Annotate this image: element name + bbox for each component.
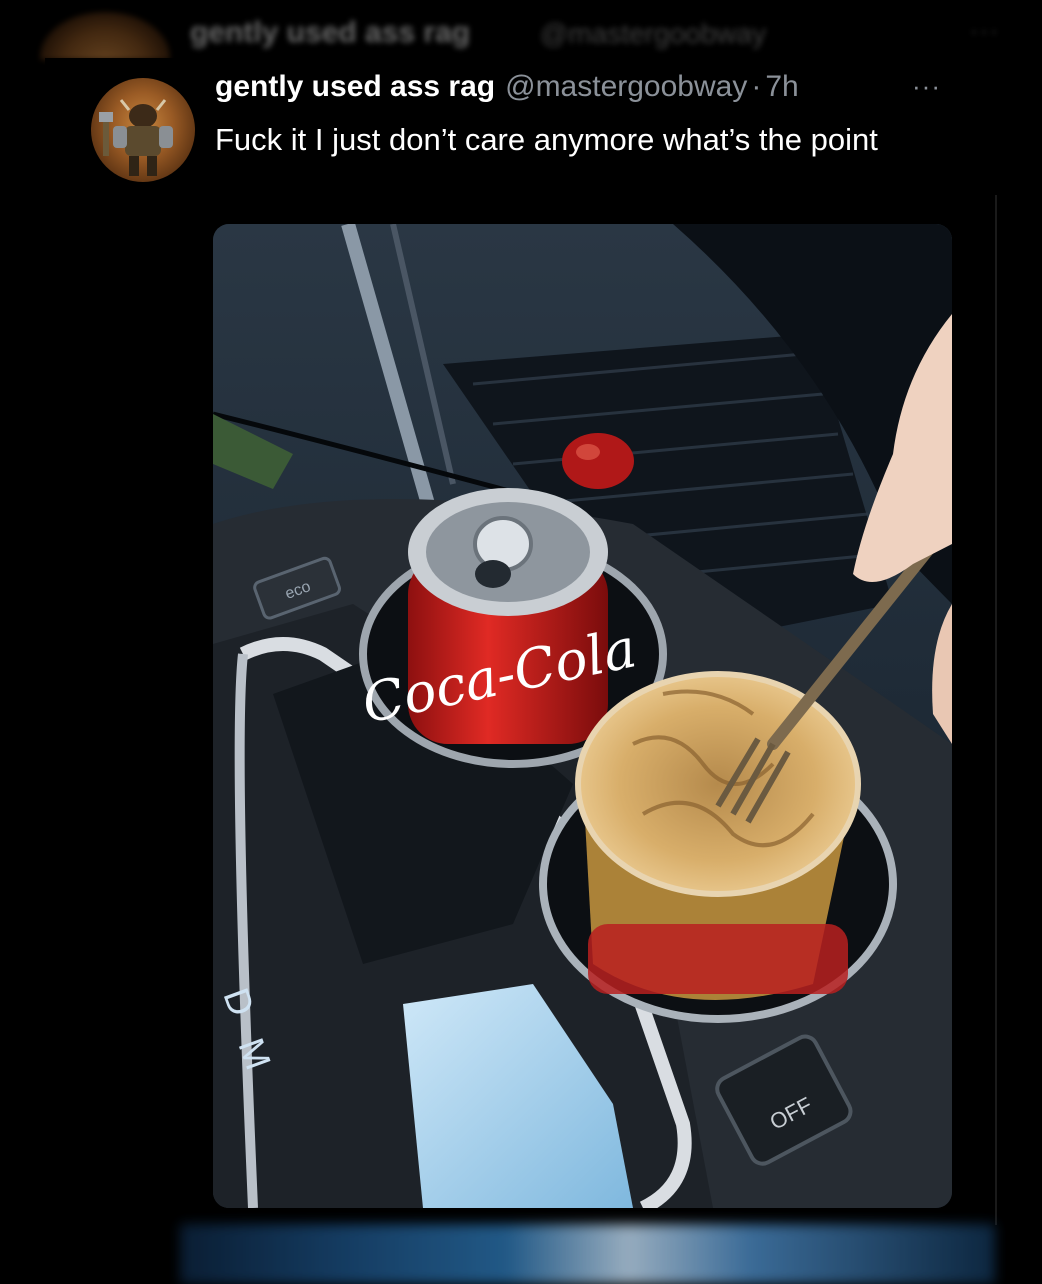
tweet-media-image[interactable]: eco Coca-Cola OFF D M xyxy=(213,224,952,1208)
card-divider xyxy=(995,195,997,1225)
header-separator: · xyxy=(751,70,762,103)
display-name[interactable]: gently used ass rag xyxy=(215,70,495,104)
tweet-timestamp[interactable]: 7h xyxy=(765,70,798,104)
avatar[interactable] xyxy=(91,78,195,182)
blurred-handle: @mastergoobway xyxy=(540,18,767,49)
blurred-avatar xyxy=(40,12,170,60)
blurred-more-icon: ··· xyxy=(970,18,1000,45)
blurred-next-media xyxy=(180,1224,995,1284)
car-console-photo: eco Coca-Cola OFF D M xyxy=(213,224,952,1208)
more-options-icon[interactable]: ··· xyxy=(912,73,941,99)
blurred-display-name: gently used ass rag xyxy=(190,16,471,49)
tweet-text: Fuck it I just don’t care anymore what’s… xyxy=(215,122,878,157)
blurred-previous-tweet: gently used ass rag @mastergoobway ··· xyxy=(0,0,1042,60)
avatar-orc-warrior-icon xyxy=(99,99,173,176)
user-handle[interactable]: @mastergoobway xyxy=(505,70,747,104)
tweet-header: gently used ass rag @mastergoobway · 7h xyxy=(215,70,799,114)
